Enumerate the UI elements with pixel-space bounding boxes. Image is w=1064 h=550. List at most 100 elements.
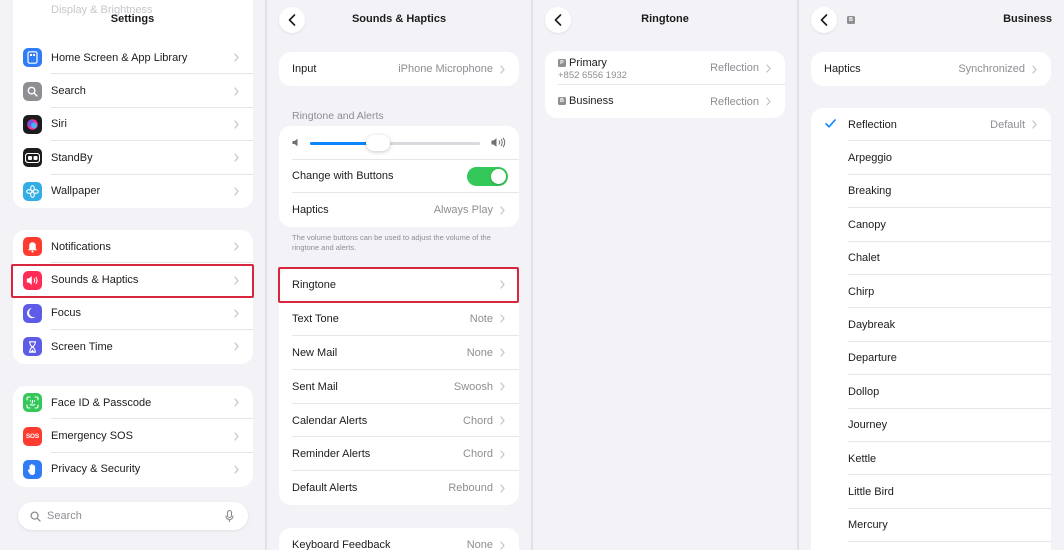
settings-item-focus[interactable]: Focus bbox=[13, 297, 253, 331]
ringtone-option-kettle[interactable]: Kettle bbox=[811, 442, 1051, 476]
tone-row-calendar-alerts[interactable]: Calendar Alerts Chord bbox=[279, 404, 519, 438]
ringtone-option-arpeggio[interactable]: Arpeggio bbox=[811, 141, 1051, 175]
ringtone-option-little-bird[interactable]: Little Bird bbox=[811, 475, 1051, 509]
settings-item-screen-time[interactable]: Screen Time bbox=[13, 330, 253, 363]
page-title: Business bbox=[1003, 13, 1052, 25]
section-header: Ringtone and Alerts bbox=[292, 110, 384, 122]
volume-footnote: The volume buttons can be used to adjust… bbox=[292, 233, 491, 252]
ringtone-option-label: Kettle bbox=[848, 452, 877, 465]
line-name: Primary bbox=[569, 57, 607, 69]
ringtone-option-breaking[interactable]: Breaking bbox=[811, 175, 1051, 209]
hourglass-icon bbox=[23, 337, 42, 357]
haptics-row[interactable]: Haptics Synchronized bbox=[811, 52, 1051, 86]
tone-value: Chord bbox=[463, 414, 493, 427]
ringtone-option-mercury[interactable]: Mercury bbox=[811, 509, 1051, 543]
ringtone-option-reflection[interactable]: Default Reflection bbox=[811, 108, 1051, 142]
tone-row-new-mail[interactable]: New Mail None bbox=[279, 336, 519, 370]
chevron-right-icon bbox=[231, 119, 241, 129]
sim-badge-icon: P bbox=[558, 59, 566, 67]
tone-row-reminder-alerts[interactable]: Reminder Alerts Chord bbox=[279, 438, 519, 472]
sos-icon: SOS bbox=[23, 426, 42, 446]
settings-item-label: Screen Time bbox=[51, 340, 113, 353]
speaker-high-icon bbox=[491, 137, 507, 151]
ringtone-list: Default Reflection Arpeggio Breaking Canopy C… bbox=[811, 108, 1051, 550]
settings-item-home-screen-app-library[interactable]: Home Screen & App Library bbox=[13, 41, 253, 75]
speaker-low-icon bbox=[292, 138, 300, 150]
ringtone-option-canopy[interactable]: Canopy bbox=[811, 208, 1051, 242]
volume-slider-knob[interactable] bbox=[366, 135, 390, 151]
ringtone-option-dollop[interactable]: Dollop bbox=[811, 375, 1051, 409]
ringtone-option-label: Reflection bbox=[848, 118, 897, 131]
chevron-right-icon bbox=[497, 449, 507, 459]
settings-item-label: Home Screen & App Library bbox=[51, 51, 188, 64]
ringtone-option-departure[interactable]: Departure bbox=[811, 342, 1051, 376]
settings-item-label: Focus bbox=[51, 307, 81, 320]
chevron-right-icon bbox=[1029, 120, 1039, 130]
settings-item-face-id-passcode[interactable]: Face ID & Passcode bbox=[13, 386, 253, 420]
settings-item-label: Search bbox=[51, 85, 86, 98]
change-with-buttons-toggle[interactable] bbox=[467, 166, 508, 186]
ringtone-default-value: Default bbox=[990, 118, 1025, 131]
microphone-icon[interactable] bbox=[225, 510, 234, 523]
chevron-right-icon bbox=[497, 205, 507, 215]
input-row[interactable]: Input iPhone Microphone bbox=[279, 52, 519, 86]
chevron-right-icon bbox=[231, 308, 241, 318]
settings-item-label: Siri bbox=[51, 118, 67, 131]
settings-item-privacy-security[interactable]: Privacy & Security bbox=[13, 453, 253, 486]
settings-item-siri[interactable]: Siri bbox=[13, 108, 253, 142]
line-row-primary[interactable]: P Primary +852 6556 1932 Reflection bbox=[545, 51, 785, 85]
settings-item-label: StandBy bbox=[51, 151, 93, 164]
keyboard-group: Keyboard Feedback None bbox=[279, 528, 519, 550]
chevron-right-icon bbox=[231, 53, 241, 63]
chevron-right-icon bbox=[231, 186, 241, 196]
ringtone-option-chirp[interactable]: Chirp bbox=[811, 275, 1051, 309]
face-id-icon bbox=[23, 393, 42, 413]
search-icon bbox=[23, 81, 42, 101]
search-bar[interactable]: Search bbox=[18, 502, 248, 530]
ringtone-option-chalet[interactable]: Chalet bbox=[811, 242, 1051, 275]
ringtone-option-label: Canopy bbox=[848, 218, 886, 231]
chevron-right-icon bbox=[497, 416, 507, 426]
settings-group-3: Face ID & Passcode SOS Emergency SOS Privac… bbox=[13, 386, 253, 487]
chevron-right-icon bbox=[497, 64, 507, 74]
ringtone-option-daybreak[interactable]: Daybreak bbox=[811, 308, 1051, 342]
line-number: +852 6556 1932 bbox=[558, 70, 627, 81]
input-value: iPhone Microphone bbox=[398, 63, 493, 75]
tone-row-sent-mail[interactable]: Sent Mail Swoosh bbox=[279, 370, 519, 404]
tones-group: Ringtone Text Tone Note New Mail None Sent Ma… bbox=[279, 268, 519, 505]
volume-row bbox=[279, 126, 519, 160]
settings-item-standby[interactable]: StandBy bbox=[13, 141, 253, 175]
tone-value: Rebound bbox=[448, 482, 493, 495]
settings-group-1: Home Screen & App Library Search Siri Stand… bbox=[13, 41, 253, 208]
keyboard-feedback-row[interactable]: Keyboard Feedback None bbox=[279, 528, 519, 550]
notifications-icon bbox=[23, 237, 42, 257]
page-title: Ringtone bbox=[641, 13, 689, 25]
ringtone-alerts-group: Change with Buttons Haptics Always Play bbox=[279, 126, 519, 227]
tone-row-default-alerts[interactable]: Default Alerts Rebound bbox=[279, 471, 519, 505]
tone-row-text-tone[interactable]: Text Tone Note bbox=[279, 302, 519, 336]
line-row-business[interactable]: B Business Reflection bbox=[545, 85, 785, 118]
checkmark-icon bbox=[825, 118, 836, 131]
tone-label: Default Alerts bbox=[292, 482, 358, 495]
line-tone-value: Reflection bbox=[710, 95, 759, 108]
home-screen-icon bbox=[23, 48, 42, 68]
tone-value: Note bbox=[469, 312, 493, 325]
tone-label: Text Tone bbox=[292, 312, 339, 325]
haptics-row[interactable]: Haptics Always Play bbox=[279, 193, 519, 227]
ringtone-option-journey[interactable]: Journey bbox=[811, 409, 1051, 442]
chevron-right-icon bbox=[231, 398, 241, 408]
tone-label: Reminder Alerts bbox=[292, 448, 371, 461]
sim-badge-icon: B bbox=[847, 16, 855, 24]
ringtone-option-label: Daybreak bbox=[848, 319, 896, 332]
selection-highlight bbox=[278, 267, 519, 303]
haptics-value: Synchronized bbox=[958, 63, 1025, 75]
wallpaper-icon bbox=[23, 181, 42, 201]
line-tone-value: Reflection bbox=[710, 62, 759, 74]
settings-item-notifications[interactable]: Notifications bbox=[13, 230, 253, 264]
back-button[interactable] bbox=[811, 7, 837, 33]
settings-item-search[interactable]: Search bbox=[13, 74, 253, 108]
settings-item-label: Wallpaper bbox=[51, 185, 101, 198]
settings-item-wallpaper[interactable]: Wallpaper bbox=[13, 175, 253, 208]
ringtone-option-label: Arpeggio bbox=[848, 152, 893, 165]
settings-item-emergency-sos[interactable]: SOS Emergency SOS bbox=[13, 419, 253, 453]
